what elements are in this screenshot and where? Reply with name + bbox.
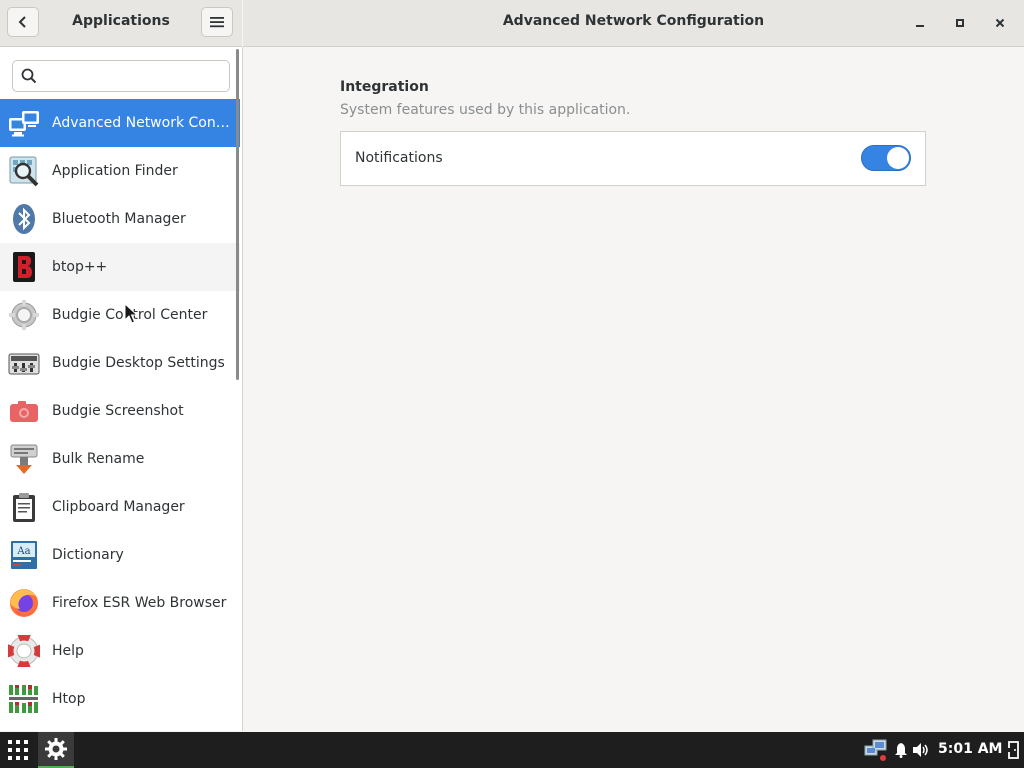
app-list: Advanced Network Config... Application F… — [0, 99, 240, 723]
app-item-advanced-network[interactable]: Advanced Network Config... — [0, 99, 240, 147]
sidebar: Advanced Network Config... Application F… — [0, 47, 243, 731]
app-item-application-finder[interactable]: Application Finder — [0, 147, 240, 195]
app-item-label: Dictionary — [52, 547, 124, 563]
taskbar: 5:01 AM — [0, 732, 1024, 768]
app-item-label: Htop — [52, 691, 86, 707]
app-item-label: Budgie Desktop Settings — [52, 355, 225, 371]
rename-icon — [10, 444, 38, 474]
clock[interactable]: 5:01 AM — [938, 741, 1002, 757]
menu-button[interactable] — [201, 7, 233, 37]
switch-knob — [887, 147, 909, 169]
taskbar-settings-app[interactable] — [38, 732, 74, 768]
firefox-icon — [10, 589, 38, 617]
svg-text:Aa: Aa — [16, 546, 30, 557]
sidebar-header: Applications — [0, 0, 242, 47]
mouse-cursor-icon — [124, 303, 138, 324]
app-item-htop[interactable]: Htop — [0, 675, 240, 723]
htop-icon — [9, 685, 38, 713]
gear-icon — [9, 300, 39, 330]
notifications-switch[interactable] — [861, 145, 911, 171]
section-subtitle: System features used by this application… — [340, 102, 631, 118]
clipboard-icon — [13, 493, 35, 522]
app-item-dictionary[interactable]: Aa Dictionary — [0, 531, 240, 579]
app-item-label: Budgie Screenshot — [52, 403, 184, 419]
maximize-button[interactable] — [949, 12, 971, 34]
gear-icon — [45, 738, 67, 760]
app-item-clipboard-manager[interactable]: Clipboard Manager — [0, 483, 240, 531]
app-item-label: Bulk Rename — [52, 451, 145, 467]
network-tray-icon[interactable] — [864, 738, 888, 762]
app-item-bulk-rename[interactable]: Bulk Rename — [0, 435, 240, 483]
app-item-budgie-desktop-settings[interactable]: Budgie Desktop Settings — [0, 339, 240, 387]
main-content: Integration System features used by this… — [243, 47, 1024, 731]
app-item-label: btop++ — [52, 259, 108, 275]
bell-icon[interactable] — [894, 742, 908, 758]
app-item-btop[interactable]: btop++ — [0, 243, 240, 291]
app-item-help[interactable]: Help — [0, 627, 240, 675]
close-icon — [995, 18, 1005, 28]
dictionary-icon: Aa — [11, 541, 37, 569]
power-icon[interactable] — [1006, 741, 1020, 759]
app-item-label: Help — [52, 643, 84, 659]
notifications-label: Notifications — [355, 150, 443, 166]
hamburger-icon — [210, 17, 224, 28]
search-input[interactable] — [45, 65, 225, 89]
chevron-left-icon — [18, 16, 26, 28]
lifebuoy-icon — [8, 635, 40, 667]
search-icon — [21, 68, 37, 84]
app-item-label: Firefox ESR Web Browser — [52, 595, 227, 611]
app-grid-icon[interactable] — [6, 738, 30, 762]
app-item-bluetooth-manager[interactable]: Bluetooth Manager — [0, 195, 240, 243]
minimize-icon — [916, 25, 924, 27]
app-item-firefox[interactable]: Firefox ESR Web Browser — [0, 579, 240, 627]
integration-frame: Notifications — [340, 131, 926, 186]
search-box[interactable] — [12, 60, 230, 92]
desktop-settings-icon — [8, 353, 40, 375]
app-item-label: Application Finder — [52, 163, 178, 179]
close-button[interactable] — [989, 12, 1011, 34]
network-icon — [9, 111, 39, 137]
sidebar-scrollbar[interactable] — [236, 49, 239, 380]
camera-icon — [10, 401, 38, 422]
bluetooth-icon — [13, 204, 35, 234]
app-item-label: Budgie Control Center — [52, 307, 208, 323]
back-button[interactable] — [7, 7, 39, 37]
app-finder-icon — [9, 156, 39, 187]
app-item-label: Clipboard Manager — [52, 499, 185, 515]
maximize-icon — [956, 19, 964, 27]
minimize-button[interactable] — [909, 12, 931, 34]
sidebar-title: Applications — [72, 13, 170, 29]
volume-icon[interactable] — [912, 742, 930, 758]
app-item-budgie-screenshot[interactable]: Budgie Screenshot — [0, 387, 240, 435]
btop-icon — [13, 252, 35, 282]
main-header: Advanced Network Configuration — [243, 0, 1024, 47]
section-title: Integration — [340, 79, 429, 95]
app-item-budgie-control-center[interactable]: Budgie Control Center — [0, 291, 240, 339]
app-item-label: Advanced Network Config... — [52, 115, 236, 131]
app-item-label: Bluetooth Manager — [52, 211, 186, 227]
window-title: Advanced Network Configuration — [502, 13, 765, 29]
